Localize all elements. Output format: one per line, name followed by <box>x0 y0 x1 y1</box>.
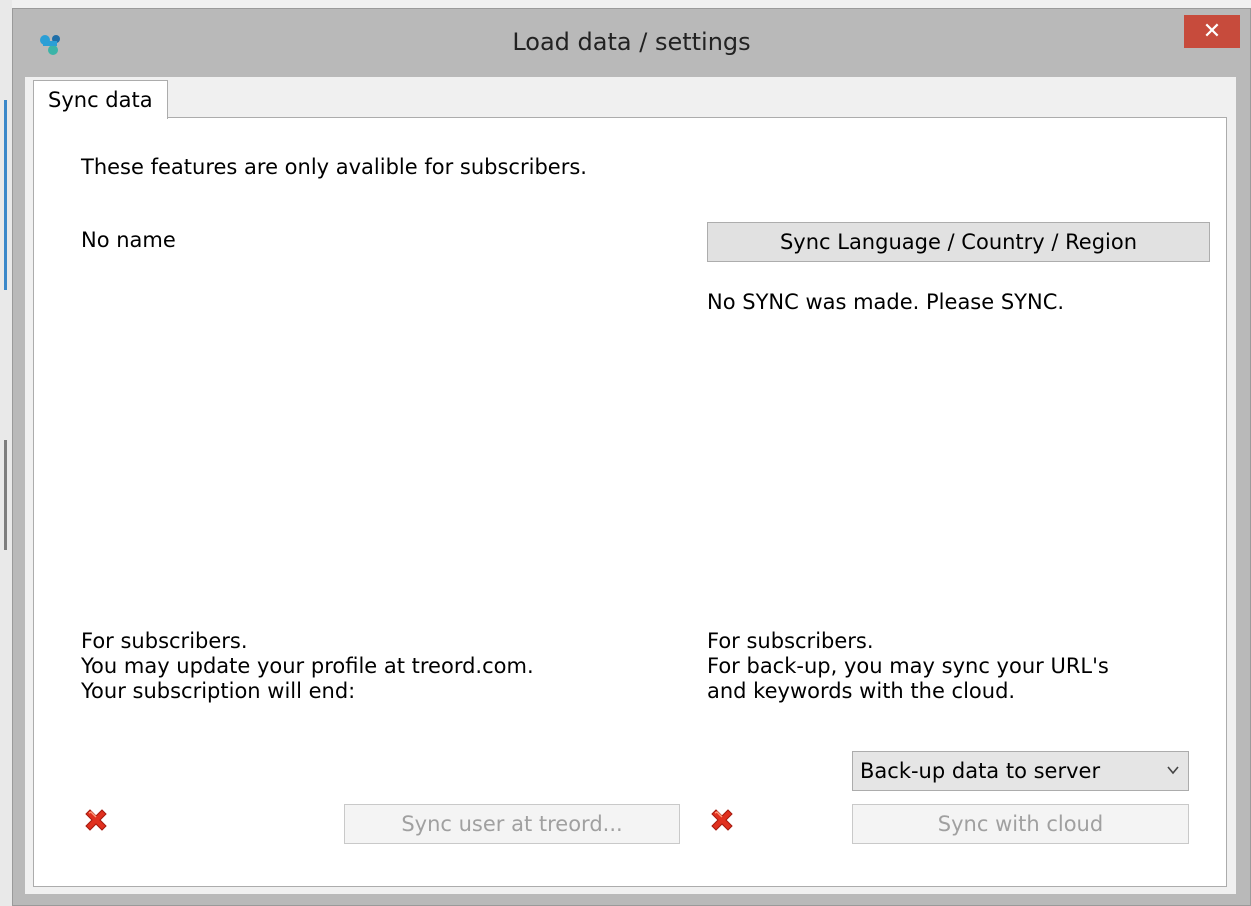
sync-user-button[interactable]: Sync user at treord... <box>344 804 680 844</box>
close-icon: ✕ <box>1202 19 1222 44</box>
left-info-line-1: For subscribers. <box>81 629 248 653</box>
right-info-line-2: For back-up, you may sync your URL's <box>707 654 1109 678</box>
dialog-client-area: Sync data These features are only avalib… <box>25 77 1236 894</box>
backup-select[interactable]: Back-up data to server <box>852 751 1189 791</box>
background-accent-bar <box>4 100 7 290</box>
chevron-down-icon <box>1167 766 1179 775</box>
left-info-line-2: You may update your profile at treord.co… <box>81 654 534 678</box>
dialog-window: Load data / settings ✕ Sync data These f… <box>12 8 1251 906</box>
sync-language-button[interactable]: Sync Language / Country / Region <box>707 222 1210 262</box>
right-info-line-1: For subscribers. <box>707 629 874 653</box>
left-info-line-3: Your subscription will end: <box>81 679 356 703</box>
backup-select-value: Back-up data to server <box>860 759 1101 783</box>
tab-sync-data[interactable]: Sync data <box>33 80 168 119</box>
window-title: Load data / settings <box>512 28 751 56</box>
subscriber-notice: These features are only avalible for sub… <box>81 155 587 179</box>
right-info-line-3: and keywords with the cloud. <box>707 679 1016 703</box>
close-button[interactable]: ✕ <box>1184 15 1240 48</box>
sync-data-panel: These features are only avalible for sub… <box>33 117 1227 887</box>
tab-strip: Sync data <box>25 77 1236 119</box>
red-x-icon <box>711 809 733 831</box>
title-bar[interactable]: Load data / settings ✕ <box>13 9 1250 81</box>
sync-status-text: No SYNC was made. Please SYNC. <box>707 290 1065 314</box>
background-accent-bar <box>4 440 7 550</box>
background-app-strip <box>0 0 12 906</box>
sync-cloud-button[interactable]: Sync with cloud <box>852 804 1189 844</box>
red-x-icon <box>85 809 107 831</box>
user-name-label: No name <box>81 228 176 252</box>
